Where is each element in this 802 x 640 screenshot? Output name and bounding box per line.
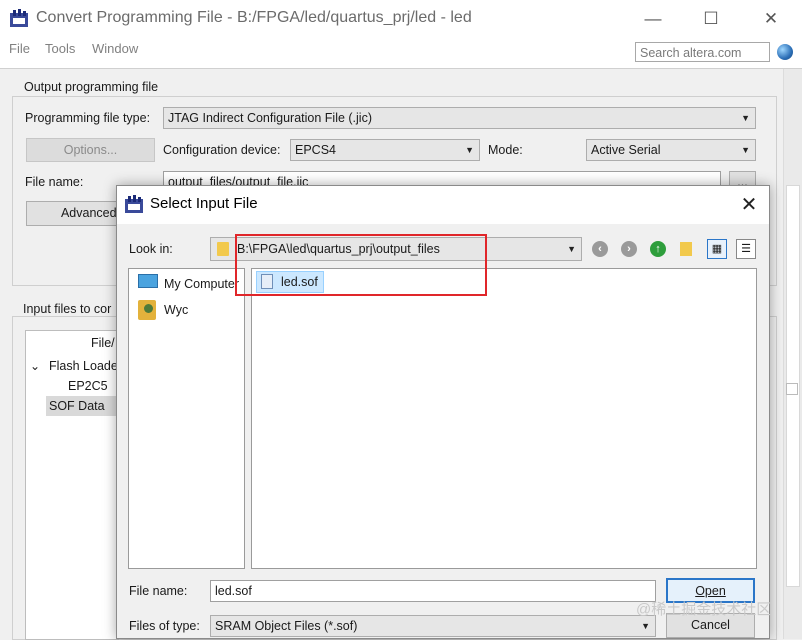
new-folder-icon[interactable] [680,242,692,256]
place-my-computer[interactable]: My Computer [164,277,239,291]
dialog-close-button[interactable]: ✕ [735,192,763,218]
user-icon [144,304,153,313]
search-input[interactable]: Search altera.com [635,42,770,62]
chevron-down-icon: ▼ [465,145,474,155]
chevron-down-icon: ▼ [641,621,650,631]
forward-icon[interactable]: › [621,241,637,257]
files-of-type-select[interactable]: SRAM Object Files (*.sof) ▼ [210,615,656,637]
chevron-down-icon: ▼ [567,244,576,254]
watermark: @稀土掘金技术社区 [636,601,772,618]
menu-tools[interactable]: Tools [45,41,75,56]
list-view-icon[interactable]: ▦ [707,239,727,259]
options-button[interactable]: Options... [26,138,155,162]
file-name-label: File name: [25,175,84,189]
chevron-down-icon: ▼ [741,113,750,123]
file-list [251,268,757,569]
files-of-type-label: Files of type: [129,619,200,633]
up-folder-icon[interactable]: ↑ [650,241,666,257]
folder-icon [217,242,229,256]
input-files-title: Input files to cor [21,302,114,316]
mode-select[interactable]: Active Serial ▼ [586,139,756,161]
menu-window[interactable]: Window [92,41,138,56]
detail-view-icon[interactable]: ☰ [736,239,756,259]
computer-icon [138,274,158,288]
file-column-header[interactable]: File/ [91,336,115,350]
chevron-down-icon: ▼ [741,145,750,155]
globe-icon[interactable] [777,44,793,60]
dialog-title: Select Input File [150,195,258,212]
look-in-label: Look in: [129,242,173,256]
tree-item-sof-data[interactable]: SOF Data [49,399,105,413]
scroll-marker [786,383,798,395]
close-button[interactable]: ✕ [748,0,794,38]
file-type-label: Programming file type: [25,111,151,125]
maximize-button[interactable]: ☐ [688,0,734,38]
config-device-label: Configuration device: [163,143,281,157]
tree-item-ep2c5[interactable]: EP2C5 [68,379,108,393]
dialog-file-name-label: File name: [129,584,188,598]
menu-file[interactable]: File [9,41,30,56]
app-icon [125,195,143,213]
file-type-select[interactable]: JTAG Indirect Configuration File (.jic) ▼ [163,107,756,129]
mode-label: Mode: [488,143,523,157]
output-group-title: Output programming file [22,80,161,94]
place-wyc[interactable]: Wyc [164,303,188,317]
minimize-button[interactable]: — [630,0,676,38]
back-icon[interactable]: ‹ [592,241,608,257]
tree-item-flash-loader[interactable]: Flash Loade [49,359,118,373]
chevron-down-icon[interactable]: ⌄ [30,359,40,373]
config-device-select[interactable]: EPCS4 ▼ [290,139,480,161]
highlight-box [235,234,487,296]
app-icon [10,9,28,27]
window-title: Convert Programming File - B:/FPGA/led/q… [36,9,472,26]
dialog-file-name-field[interactable]: led.sof [210,580,656,602]
input-files-tree[interactable] [25,330,119,640]
